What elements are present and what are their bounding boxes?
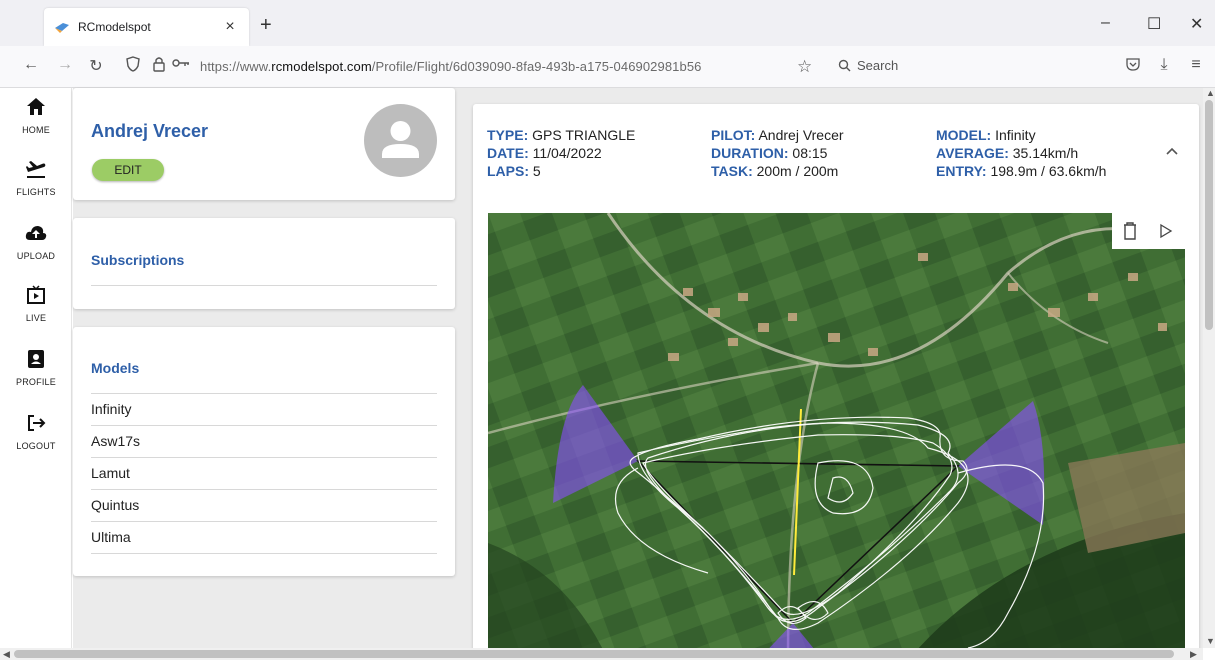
- new-tab-button[interactable]: +: [260, 14, 272, 37]
- download-icon[interactable]: ⤓: [1153, 56, 1175, 74]
- browser-tab[interactable]: RCmodelspot ×: [44, 8, 249, 46]
- forward-icon[interactable]: →: [54, 56, 76, 74]
- subscriptions-card: Subscriptions: [73, 218, 455, 309]
- profile-card: Andrej Vrecer EDIT: [73, 88, 455, 200]
- bookmark-star-icon[interactable]: ☆: [797, 57, 812, 77]
- list-item[interactable]: Lamut: [91, 458, 437, 490]
- back-icon[interactable]: ←: [20, 56, 42, 74]
- sidebar-item-home[interactable]: HOME: [0, 96, 72, 138]
- search-input[interactable]: Search: [838, 58, 898, 73]
- avatar: [364, 104, 437, 177]
- trash-icon[interactable]: [1122, 222, 1138, 240]
- tab-title: RCmodelspot: [78, 20, 151, 34]
- list-item[interactable]: Infinity: [91, 394, 437, 426]
- models-title: Models: [91, 360, 140, 376]
- flight-info-col-2: PILOT: Andrej Vrecer DURATION: 08:15 TAS…: [711, 126, 844, 180]
- flight-type: TYPE: GPS TRIANGLE: [487, 127, 636, 143]
- browser-nav-bar: ← → ↻ https://www.rcmodelspot.com/Profil…: [0, 46, 1215, 88]
- flight-info-col-1: TYPE: GPS TRIANGLE DATE: 11/04/2022 LAPS…: [487, 126, 635, 180]
- map-toolbar: [1112, 213, 1185, 249]
- tab-close-icon[interactable]: ×: [221, 18, 239, 36]
- app-sidebar: HOME FLIGHTS UPLOAD LIVE PROFILE LOGOUT: [0, 88, 72, 660]
- logout-icon: [28, 415, 46, 431]
- reload-icon[interactable]: ↻: [85, 56, 107, 76]
- flight-entry: ENTRY: 198.9m / 63.6km/h: [936, 163, 1107, 179]
- play-icon[interactable]: [1159, 223, 1173, 239]
- browser-tab-bar: RCmodelspot × + – ☐ ✕: [0, 0, 1215, 46]
- flight-laps: LAPS: 5: [487, 163, 541, 179]
- sidebar-item-profile[interactable]: PROFILE: [0, 348, 72, 390]
- scroll-right-icon[interactable]: ▶: [1190, 649, 1197, 660]
- site-favicon-icon: [54, 21, 70, 33]
- home-icon: [27, 98, 45, 115]
- scroll-down-icon[interactable]: ▼: [1206, 636, 1215, 646]
- scroll-up-icon[interactable]: ▲: [1206, 88, 1215, 98]
- close-window-button[interactable]: ✕: [1190, 14, 1203, 34]
- map-canvas: [488, 213, 1185, 660]
- profile-badge-icon: [28, 350, 44, 368]
- sidebar-item-flights[interactable]: FLIGHTS: [0, 158, 72, 200]
- address-bar[interactable]: https://www.rcmodelspot.com/Profile/Flig…: [200, 59, 702, 74]
- key-icon[interactable]: [170, 56, 192, 74]
- sidebar-item-upload[interactable]: UPLOAD: [0, 222, 72, 264]
- flight-takeoff-icon: [26, 161, 46, 178]
- chevron-up-icon[interactable]: [1162, 141, 1182, 161]
- cloud-upload-icon: [25, 226, 47, 240]
- minimize-button[interactable]: –: [1101, 14, 1110, 32]
- edit-button[interactable]: EDIT: [92, 159, 164, 181]
- pocket-icon[interactable]: [1122, 56, 1144, 77]
- list-item[interactable]: Ultima: [91, 522, 437, 554]
- subscriptions-title: Subscriptions: [91, 252, 185, 268]
- lock-icon[interactable]: [148, 56, 170, 77]
- list-item[interactable]: Quintus: [91, 490, 437, 522]
- subscriptions-divider: [91, 285, 437, 286]
- flight-task: TASK: 200m / 200m: [711, 163, 839, 179]
- live-tv-icon: [27, 285, 45, 304]
- person-icon: [382, 121, 419, 158]
- horizontal-scrollbar-thumb[interactable]: [14, 650, 1174, 658]
- vertical-scrollbar-thumb[interactable]: [1205, 100, 1213, 330]
- flight-date: DATE: 11/04/2022: [487, 145, 602, 161]
- flight-duration: DURATION: 08:15: [711, 145, 828, 161]
- search-icon: [838, 59, 851, 72]
- menu-icon[interactable]: ≡: [1185, 56, 1207, 74]
- flight-average: AVERAGE: 35.14km/h: [936, 145, 1079, 161]
- scroll-left-icon[interactable]: ◀: [3, 649, 10, 660]
- flight-model: MODEL: Infinity: [936, 127, 1036, 143]
- models-card: Models Infinity Asw17s Lamut Quintus Ult…: [73, 327, 455, 576]
- shield-icon[interactable]: [122, 56, 144, 77]
- profile-name: Andrej Vrecer: [91, 121, 209, 141]
- flight-info-col-3: MODEL: Infinity AVERAGE: 35.14km/h ENTRY…: [936, 126, 1106, 180]
- flight-map[interactable]: [488, 213, 1185, 660]
- list-item[interactable]: Asw17s: [91, 426, 437, 458]
- flight-pilot: PILOT: Andrej Vrecer: [711, 127, 844, 143]
- sidebar-item-live[interactable]: LIVE: [0, 284, 72, 326]
- maximize-button[interactable]: ☐: [1147, 14, 1161, 34]
- sidebar-item-logout[interactable]: LOGOUT: [0, 412, 72, 454]
